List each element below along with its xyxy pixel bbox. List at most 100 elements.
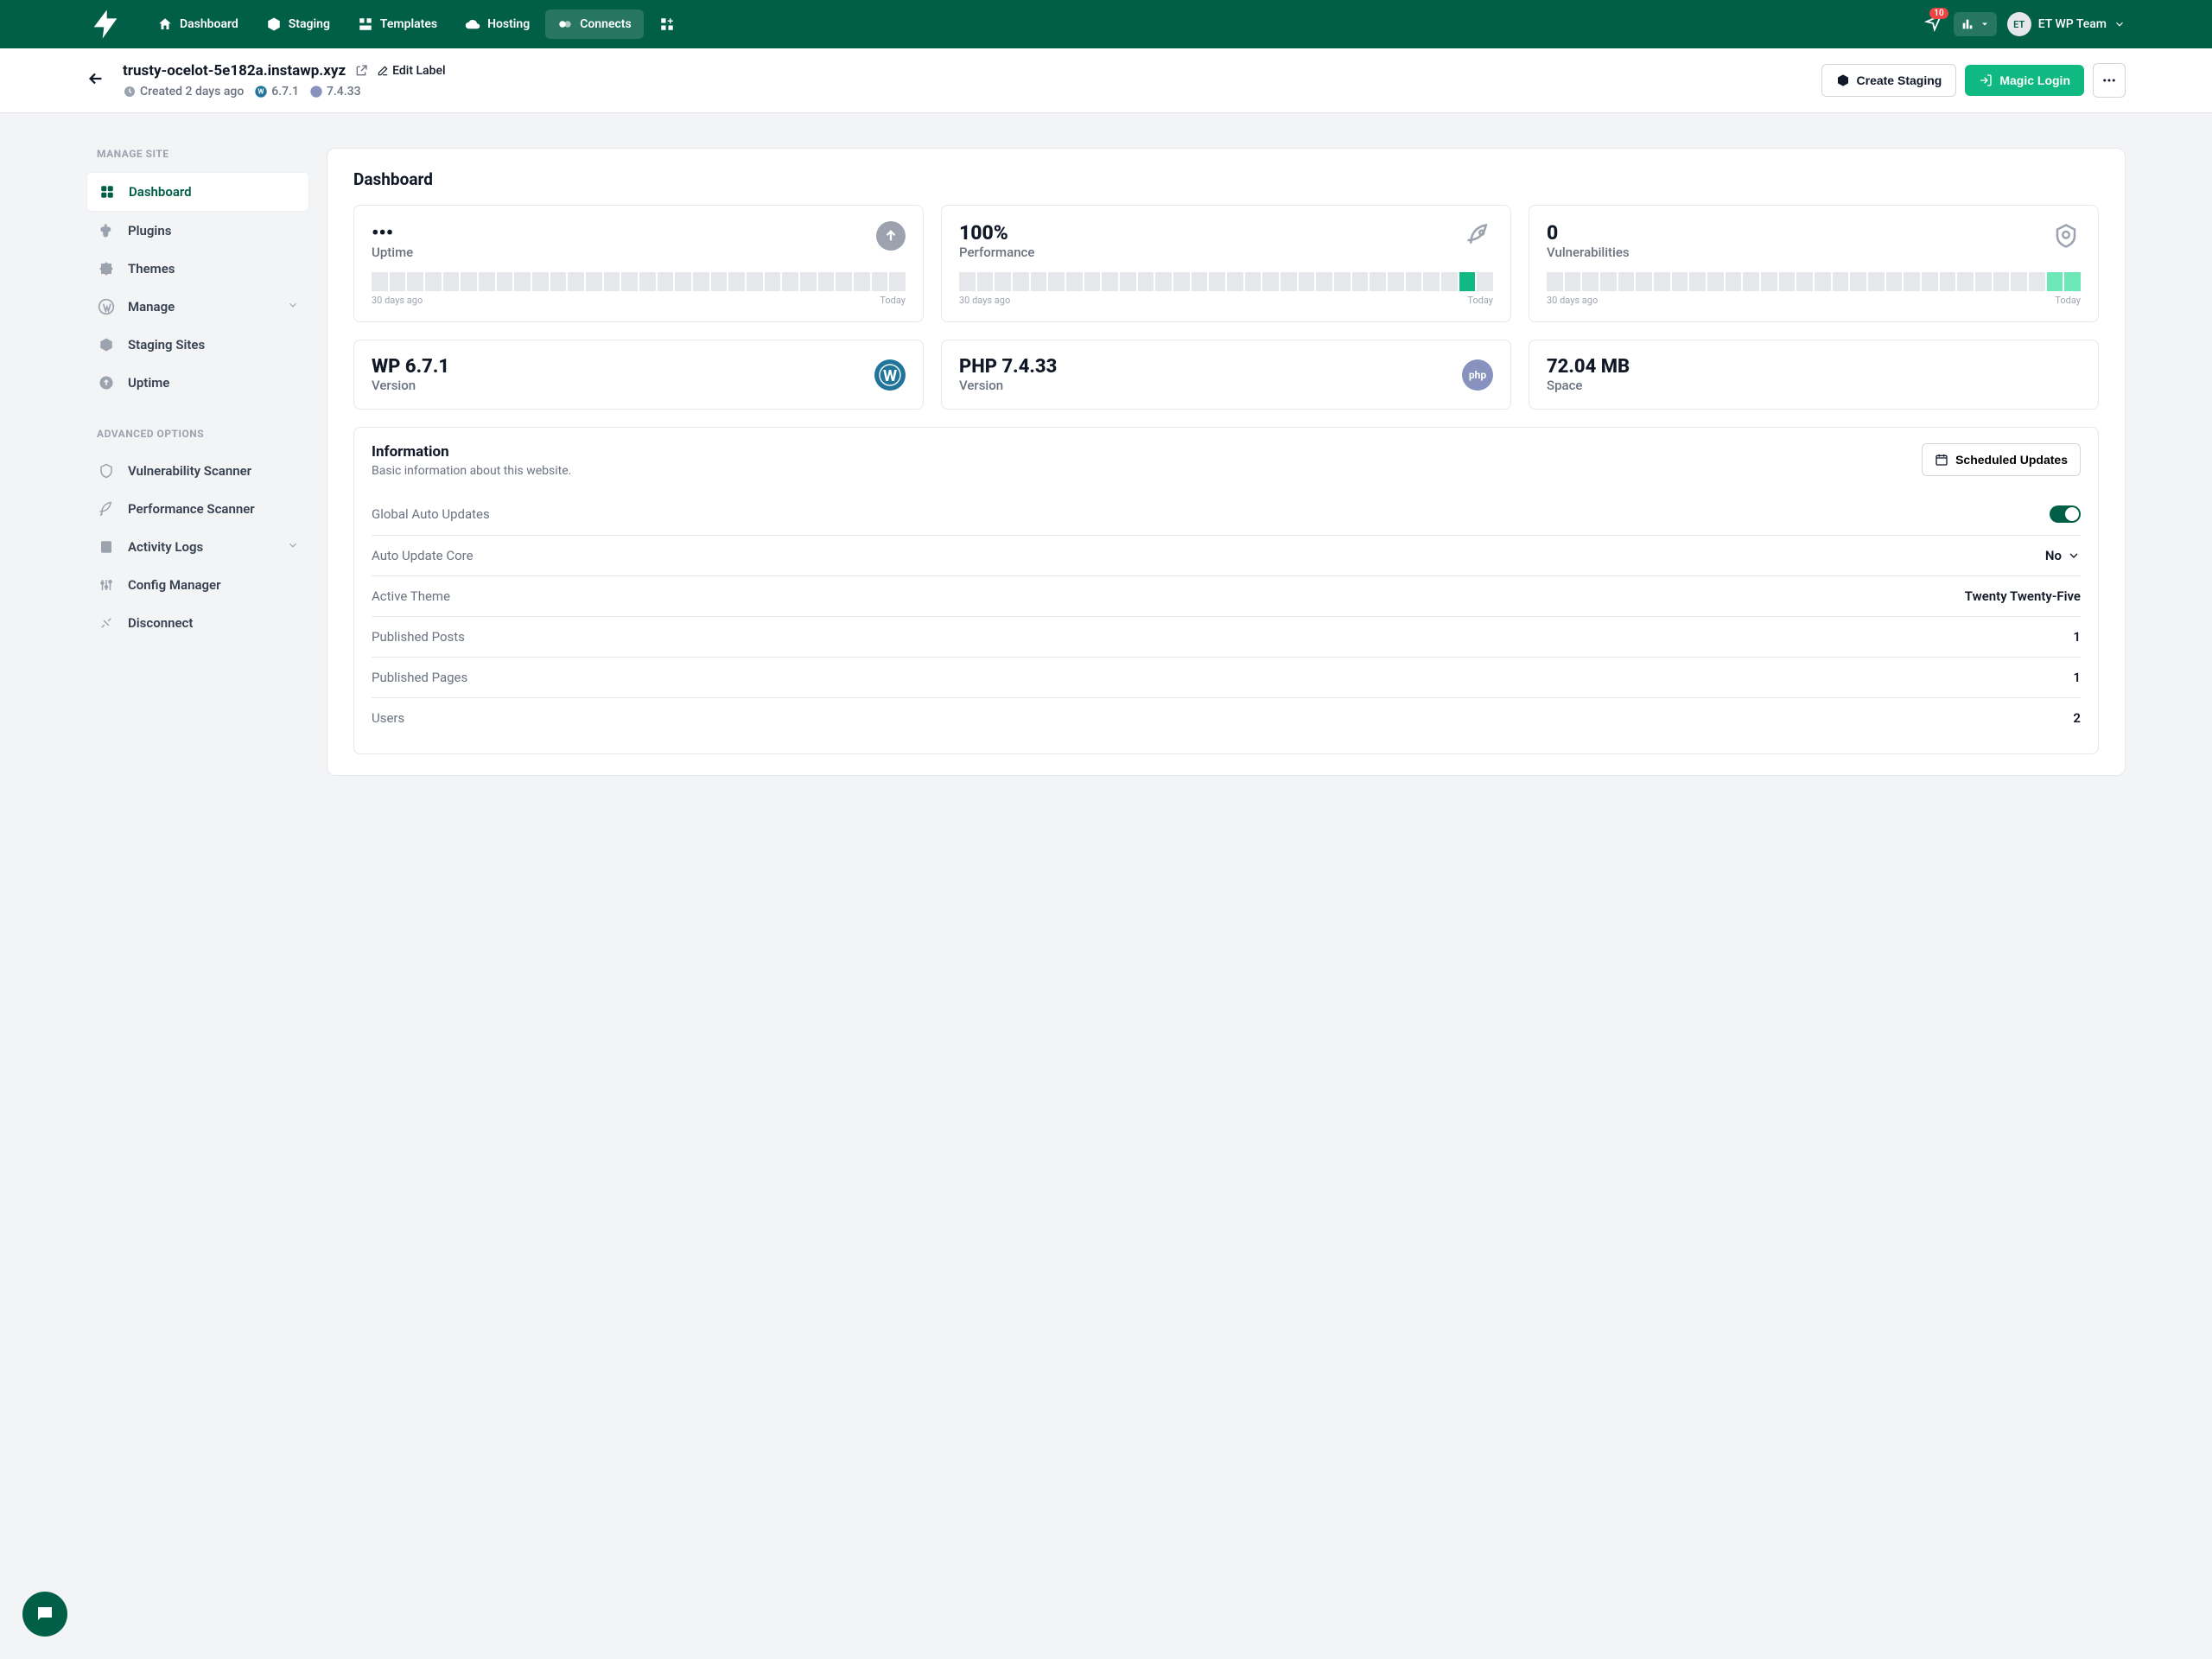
- notification-button[interactable]: 10: [1924, 13, 1943, 35]
- create-staging-button[interactable]: Create Staging: [1821, 64, 1957, 97]
- edit-label-button[interactable]: Edit Label: [377, 64, 445, 78]
- wordpress-icon: W: [874, 359, 906, 391]
- rocket-icon: [1464, 221, 1493, 251]
- main-content: Dashboard ••• Uptime 30 days agoToday: [327, 148, 2126, 776]
- team-dropdown[interactable]: ET ET WP Team: [2007, 12, 2126, 36]
- sidebar-label: Staging Sites: [128, 337, 205, 353]
- uptime-card[interactable]: ••• Uptime 30 days agoToday: [353, 205, 924, 322]
- box-icon: [1836, 73, 1850, 87]
- up-arrow-icon: [876, 221, 906, 251]
- info-subtitle: Basic information about this website.: [372, 464, 571, 478]
- info-row-auto-updates: Global Auto Updates: [372, 493, 2081, 536]
- vulnerabilities-card[interactable]: 0 Vulnerabilities 30 days agoToday: [1529, 205, 2099, 322]
- edit-icon: [377, 65, 389, 77]
- global-auto-updates-toggle[interactable]: [2050, 505, 2081, 523]
- sidebar-label: Performance Scanner: [128, 501, 255, 517]
- sidebar-item-uptime[interactable]: Uptime: [86, 364, 309, 402]
- created-text: Created 2 days ago: [140, 85, 244, 99]
- sidebar-item-plugins[interactable]: Plugins: [86, 212, 309, 250]
- php-icon: [309, 85, 323, 99]
- uptime-value: •••: [372, 221, 413, 245]
- uptime-label: Uptime: [372, 245, 413, 260]
- users-value: 2: [2073, 710, 2081, 726]
- log-icon: [97, 537, 116, 556]
- main-nav: Dashboard Staging Templates Hosting Conn…: [145, 10, 687, 39]
- site-subheader: trusty-ocelot-5e182a.instawp.xyz Edit La…: [0, 48, 2212, 113]
- nav-hosting[interactable]: Hosting: [453, 10, 542, 39]
- plug-icon: [97, 221, 116, 240]
- sidebar-item-themes[interactable]: Themes: [86, 250, 309, 288]
- sidebar-item-dashboard[interactable]: Dashboard: [86, 172, 309, 212]
- information-box: Information Basic information about this…: [353, 427, 2099, 754]
- chat-fab[interactable]: [22, 1592, 67, 1637]
- analytics-dropdown[interactable]: [1954, 12, 1997, 36]
- auto-update-core-dropdown[interactable]: No: [2045, 548, 2081, 563]
- sidebar-label: Dashboard: [129, 184, 192, 200]
- info-title: Information: [372, 443, 571, 461]
- published-posts-value: 1: [2073, 629, 2081, 645]
- sidebar-item-vulnerability[interactable]: Vulnerability Scanner: [86, 452, 309, 490]
- scheduled-updates-button[interactable]: Scheduled Updates: [1922, 443, 2081, 476]
- sidebar-label: Vulnerability Scanner: [128, 463, 251, 479]
- php-version-card[interactable]: PHP 7.4.33 Version php: [941, 340, 1511, 410]
- space-card[interactable]: 72.04 MB Space: [1529, 340, 2099, 410]
- puzzle-icon: [97, 259, 116, 278]
- calendar-icon: [1935, 453, 1948, 467]
- chevron-down-icon: [2113, 18, 2126, 30]
- shield-icon: [97, 461, 116, 480]
- wp-version-label: Version: [372, 378, 449, 393]
- sidebar-item-performance[interactable]: Performance Scanner: [86, 490, 309, 528]
- nav-dashboard[interactable]: Dashboard: [145, 10, 251, 39]
- shield-search-icon: [2051, 221, 2081, 251]
- sidebar-item-disconnect[interactable]: Disconnect: [86, 604, 309, 642]
- nav-label: Hosting: [487, 17, 530, 31]
- chevron-down-icon: [287, 539, 299, 555]
- clock-icon: [123, 85, 137, 99]
- svg-text:W: W: [258, 88, 264, 96]
- nav-label: Connects: [580, 17, 631, 31]
- nav-templates[interactable]: Templates: [346, 10, 449, 39]
- performance-value: 100%: [959, 221, 1034, 245]
- header-right: 10 ET ET WP Team: [1924, 12, 2126, 36]
- box-icon: [97, 335, 116, 354]
- unlink-icon: [97, 613, 116, 632]
- performance-card[interactable]: 100% Performance 30 days agoToday: [941, 205, 1511, 322]
- login-icon: [1979, 73, 1993, 87]
- chevron-down-icon: [1980, 19, 1990, 29]
- nav-apps[interactable]: [647, 10, 687, 39]
- sidebar-item-manage[interactable]: Manage: [86, 288, 309, 326]
- performance-sparkline: [959, 272, 1493, 291]
- sidebar-label: Uptime: [128, 375, 169, 391]
- nav-staging[interactable]: Staging: [254, 10, 342, 39]
- page-title: Dashboard: [353, 169, 2099, 189]
- avatar: ET: [2007, 12, 2031, 36]
- rocket-icon: [97, 499, 116, 518]
- top-header: Dashboard Staging Templates Hosting Conn…: [0, 0, 2212, 48]
- more-button[interactable]: [2093, 63, 2126, 98]
- wp-version-value: WP 6.7.1: [372, 356, 449, 378]
- info-row-published-posts: Published Posts 1: [372, 617, 2081, 658]
- chevron-down-icon: [287, 299, 299, 315]
- sidebar-item-activity-logs[interactable]: Activity Logs: [86, 528, 309, 566]
- sidebar-label: Disconnect: [128, 615, 193, 631]
- sidebar-item-config-manager[interactable]: Config Manager: [86, 566, 309, 604]
- php-icon: php: [1462, 359, 1493, 391]
- php-version-label: Version: [959, 378, 1057, 393]
- grid-icon: [98, 182, 117, 201]
- sidebar-label: Plugins: [128, 223, 171, 238]
- vulnerabilities-value: 0: [1547, 221, 1630, 245]
- logo-icon[interactable]: [86, 5, 124, 43]
- nav-label: Staging: [289, 17, 330, 31]
- magic-login-button[interactable]: Magic Login: [1965, 65, 2084, 96]
- wp-version-card[interactable]: WP 6.7.1 Version W: [353, 340, 924, 410]
- performance-label: Performance: [959, 245, 1034, 260]
- external-link-icon[interactable]: [354, 64, 368, 78]
- sidebar-label: Manage: [128, 299, 175, 315]
- wordpress-icon: [97, 297, 116, 316]
- subheader-actions: Create Staging Magic Login: [1821, 63, 2126, 98]
- sidebar-section-title: MANAGE SITE: [86, 148, 309, 160]
- nav-connects[interactable]: Connects: [545, 10, 643, 39]
- sidebar-item-staging-sites[interactable]: Staging Sites: [86, 326, 309, 364]
- nav-label: Dashboard: [180, 17, 238, 31]
- back-button[interactable]: [86, 69, 105, 92]
